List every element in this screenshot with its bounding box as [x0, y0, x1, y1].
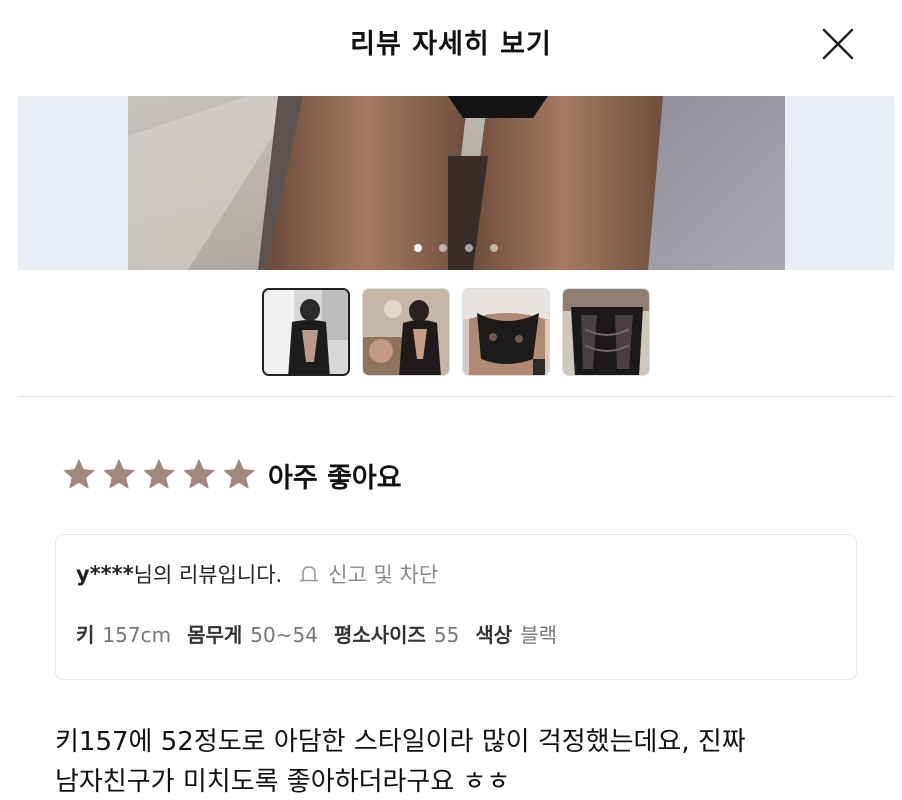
thumbnail[interactable] [562, 288, 650, 376]
header: 리뷰 자세히 보기 [0, 0, 902, 84]
carousel-dot[interactable] [464, 244, 473, 252]
reviewer-line: y**** 님의 리뷰입니다. 신고 및 차단 [76, 559, 438, 589]
bell-icon [300, 566, 319, 582]
spec-key-color: 색상 [475, 623, 513, 647]
star-rating [60, 456, 260, 494]
spec-value-height: 157cm [102, 623, 172, 647]
spec-key-weight: 몸무게 [187, 623, 243, 647]
review-line: 남자친구가 미치도록 좋아하더라구요 ㅎㅎ [55, 767, 511, 797]
divider [18, 396, 894, 397]
rating-label: 아주 좋아요 [268, 462, 402, 494]
page-title: 리뷰 자세히 보기 [350, 29, 552, 60]
reviewer-suffix: 님의 리뷰입니다. [133, 563, 283, 587]
review-body: 키157에 52정도로 아담한 스타일이라 많이 걱정했는데요, 진짜 남자친구… [55, 722, 855, 800]
spec-line: 키 157cm 몸무게 50~54 평소사이즈 55 색상 블랙 [76, 619, 573, 648]
spec-key-size: 평소사이즈 [333, 623, 426, 647]
spec-value-size: 55 [433, 623, 460, 647]
report-label: 신고 및 차단 [328, 563, 439, 587]
spec-value-color: 블랙 [520, 623, 557, 647]
carousel-dot[interactable] [489, 244, 498, 252]
spec-key-height: 키 [76, 623, 95, 647]
photo-gallery[interactable] [18, 96, 894, 270]
spec-value-weight: 50~54 [250, 623, 318, 647]
thumbnail[interactable] [262, 288, 350, 376]
thumbnail[interactable] [362, 288, 450, 376]
reviewer-id: y**** [76, 562, 134, 586]
reviewer-info-box: y**** 님의 리뷰입니다. 신고 및 차단 키 157cm 몸무게 50~54 평소… [55, 534, 857, 680]
star-icon [63, 458, 95, 489]
report-block-button[interactable]: 신고 및 차단 [298, 559, 438, 589]
star-icon [183, 458, 215, 489]
close-icon[interactable] [818, 24, 858, 64]
review-line: 키157에 52정도로 아담한 스타일이라 많이 걱정했는데요, 진짜 [55, 727, 746, 757]
carousel-dot[interactable] [439, 244, 448, 252]
carousel-dots [18, 237, 894, 256]
rating: 아주 좋아요 [60, 455, 402, 495]
thumbnail[interactable] [462, 288, 550, 376]
carousel-dot[interactable] [414, 244, 423, 252]
star-icon [143, 458, 175, 489]
star-icon [103, 458, 135, 489]
star-icon [223, 458, 255, 489]
